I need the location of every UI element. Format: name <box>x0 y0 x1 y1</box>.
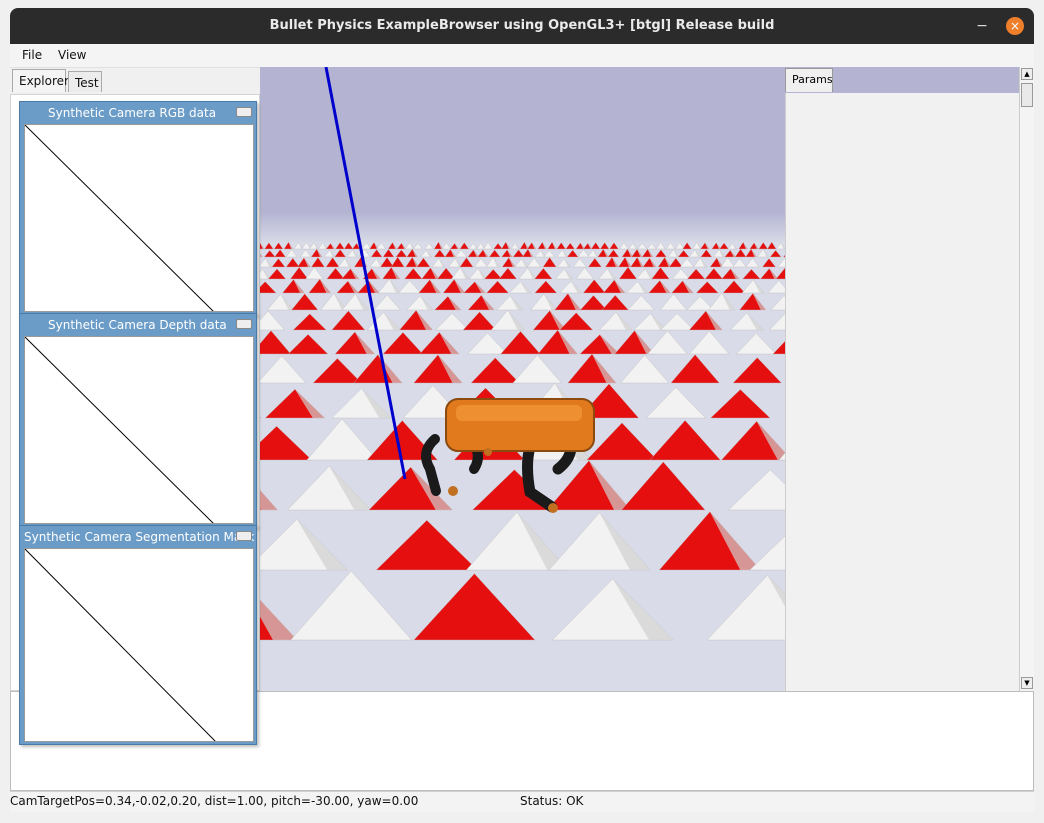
camera-rgb-title: Synthetic Camera RGB data <box>48 106 217 120</box>
title-bar[interactable]: Bullet Physics ExampleBrowser using Open… <box>10 8 1034 44</box>
camera-info-text: CamTargetPos=0.34,-0.02,0.20, dist=1.00,… <box>10 794 419 808</box>
empty-image-diagonal <box>25 337 214 523</box>
menu-bar: File View <box>10 44 1034 68</box>
params-panel <box>785 93 1021 691</box>
triangle-up-icon[interactable]: ▲ <box>1021 68 1033 80</box>
app-window: Bullet Physics ExampleBrowser using Open… <box>0 0 1044 823</box>
menu-view[interactable]: View <box>58 48 86 62</box>
camera-depth-canvas <box>24 336 254 524</box>
scene-render <box>260 67 785 691</box>
window-title: Bullet Physics ExampleBrowser using Open… <box>269 18 775 33</box>
camera-rgb-window[interactable]: Synthetic Camera RGB data <box>19 101 257 316</box>
minimize-icon[interactable]: − <box>974 18 990 34</box>
empty-image-diagonal <box>25 125 214 311</box>
left-tab-bar: Explorer Test <box>10 67 260 94</box>
status-bar: CamTargetPos=0.34,-0.02,0.20, dist=1.00,… <box>10 791 1034 812</box>
minimize-icon[interactable] <box>236 107 252 117</box>
camera-rgb-canvas <box>24 124 254 312</box>
camera-depth-title: Synthetic Camera Depth data <box>48 318 227 332</box>
tab-test[interactable]: Test <box>68 71 102 92</box>
tab-params[interactable]: Params <box>785 68 833 92</box>
camera-segmentation-title: Synthetic Camera Segmentation Mask <box>24 530 255 544</box>
minimize-icon[interactable] <box>236 531 252 541</box>
close-icon[interactable]: × <box>1006 17 1024 35</box>
scroll-thumb[interactable] <box>1021 83 1033 107</box>
vertical-scrollbar[interactable]: ▲ ▼ <box>1019 67 1034 691</box>
3d-viewport[interactable] <box>260 67 785 691</box>
menu-file[interactable]: File <box>22 48 42 62</box>
triangle-down-icon[interactable]: ▼ <box>1021 677 1033 689</box>
status-text: Status: OK <box>520 794 584 808</box>
minimize-icon[interactable] <box>236 319 252 329</box>
camera-depth-window[interactable]: Synthetic Camera Depth data <box>19 313 257 528</box>
camera-segmentation-canvas <box>24 548 254 742</box>
empty-image-diagonal <box>25 549 216 741</box>
tab-explorer[interactable]: Explorer <box>12 69 69 92</box>
camera-segmentation-window[interactable]: Synthetic Camera Segmentation Mask <box>19 525 257 745</box>
horizon-haze <box>260 212 785 242</box>
